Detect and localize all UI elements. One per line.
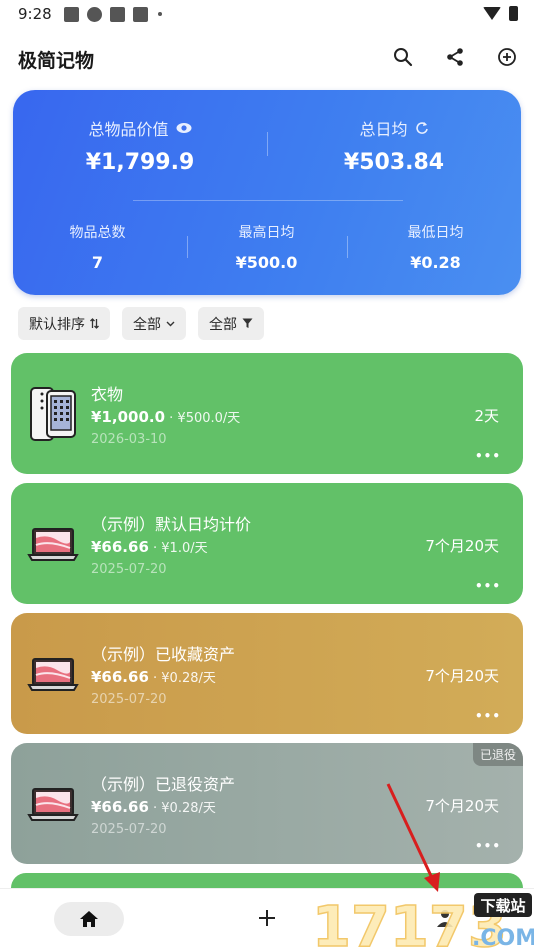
item-date: 2025-07-20 (91, 692, 167, 707)
refresh-icon[interactable] (415, 121, 429, 135)
more-options-button[interactable]: ••• (475, 709, 501, 723)
divider (347, 236, 348, 258)
item-name: （示例）已收藏资产 (91, 645, 236, 664)
sort-icon (90, 318, 99, 329)
more-notifications-icon (157, 12, 162, 16)
search-button[interactable] (390, 44, 416, 70)
daily-avg-block: 总日均 ¥503.84 (267, 116, 521, 175)
divider (187, 236, 188, 258)
watermark-logo: 17173 下载站 .COM (312, 893, 534, 950)
item-price: ¥66.66 · ¥0.28/天 (91, 668, 216, 686)
category-dropdown[interactable]: 全部 (122, 307, 186, 340)
max-block: 最高日均 ¥500.0 (182, 222, 351, 272)
share-icon (447, 48, 463, 66)
battery-icon (509, 6, 518, 21)
item-name: （示例）已退役资产 (91, 775, 236, 794)
wifi-icon (483, 7, 501, 20)
summary-card: 总物品价值 ¥1,799.9 总日均 ¥503.84 物品总数 7 最高日均 ¥… (13, 90, 521, 295)
item-date: 2026-03-10 (91, 432, 167, 447)
phone-icon (30, 387, 76, 441)
watermark-tag: 下载站 (480, 897, 525, 915)
status-filter[interactable]: 全部 (198, 307, 264, 340)
item-duration: 7个月20天 (425, 797, 499, 815)
min-value: ¥0.28 (410, 253, 461, 272)
retired-badge: 已退役 (472, 743, 523, 766)
laptop-icon (27, 788, 79, 821)
count-block: 物品总数 7 (13, 222, 182, 272)
sync-notification-icon (86, 6, 102, 22)
max-value: ¥500.0 (235, 253, 298, 272)
min-block: 最低日均 ¥0.28 (351, 222, 520, 272)
item-card[interactable]: （示例）已收藏资产 ¥66.66 · ¥0.28/天 2025-07-20 7个… (11, 613, 523, 734)
min-label: 最低日均 (407, 225, 464, 241)
item-name: （示例）默认日均计价 (91, 515, 252, 534)
sort-chip[interactable]: 默认排序 (18, 307, 110, 340)
status-filter-label: 全部 (209, 316, 237, 333)
max-label: 最高日均 (238, 225, 295, 241)
filter-bar: 默认排序 全部 全部 (18, 307, 264, 340)
item-duration: 7个月20天 (425, 537, 499, 555)
status-time: 9:28 (18, 5, 52, 23)
item-duration: 7个月20天 (425, 667, 499, 685)
divider (133, 200, 403, 201)
item-price: ¥1,000.0 · ¥500.0/天 (91, 408, 241, 426)
filter-icon (242, 318, 253, 328)
sort-label: 默认排序 (29, 316, 85, 333)
status-bar: 9:28 (0, 0, 534, 28)
item-card[interactable]: 已退役 （示例）已退役资产 ¥66.66 · ¥0.28/天 2025-07-2… (11, 743, 523, 864)
more-options-button[interactable]: ••• (475, 839, 501, 853)
share-button[interactable] (442, 44, 468, 70)
nav-home-button[interactable] (54, 902, 124, 936)
total-value-block: 总物品价值 ¥1,799.9 (13, 116, 267, 175)
count-label: 物品总数 (69, 225, 126, 241)
more-options-button[interactable]: ••• (475, 579, 501, 593)
notification-icon (63, 6, 79, 22)
home-icon (80, 911, 98, 927)
item-price: ¥66.66 · ¥0.28/天 (91, 798, 216, 816)
daily-avg-value: ¥503.84 (343, 150, 445, 175)
count-value: 7 (91, 253, 104, 272)
item-price: ¥66.66 · ¥1.0/天 (91, 538, 208, 556)
item-card[interactable]: （示例）默认日均计价 ¥66.66 · ¥1.0/天 2025-07-20 7个… (11, 483, 523, 604)
item-date: 2025-07-20 (91, 822, 167, 837)
watermark-domain: .COM (472, 926, 534, 950)
item-duration: 2天 (474, 407, 499, 425)
eye-icon[interactable] (176, 122, 192, 134)
laptop-icon (27, 528, 79, 561)
chevron-down-icon (166, 321, 175, 326)
category-label: 全部 (133, 316, 161, 333)
laptop-icon (27, 658, 79, 691)
more-options-button[interactable]: ••• (475, 449, 501, 463)
total-value-label: 总物品价值 (88, 120, 169, 139)
notification-icon (132, 6, 148, 22)
app-bar: 极简记物 (0, 38, 534, 80)
search-icon (394, 48, 413, 67)
item-name: 衣物 (91, 385, 124, 404)
add-circle-icon (498, 48, 516, 66)
plus-icon (259, 910, 275, 926)
add-button[interactable] (494, 44, 520, 70)
app-title: 极简记物 (18, 49, 95, 72)
daily-avg-label: 总日均 (359, 120, 408, 139)
nav-add-button[interactable] (254, 905, 280, 931)
item-card[interactable]: 衣物 ¥1,000.0 · ¥500.0/天 2026-03-10 2天 ••• (11, 353, 523, 474)
total-value: ¥1,799.9 (85, 150, 195, 175)
notification-icon (109, 6, 125, 22)
item-date: 2025-07-20 (91, 562, 167, 577)
